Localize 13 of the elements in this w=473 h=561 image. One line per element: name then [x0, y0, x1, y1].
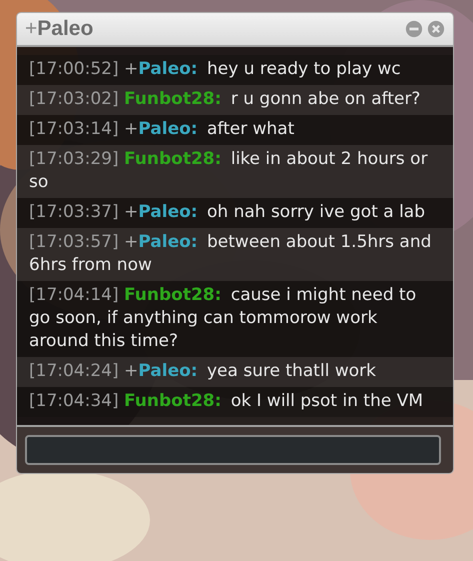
close-icon[interactable] — [427, 20, 445, 38]
chat-message: [17:04:34] Funbot28: ok I will psot in the VM — [29, 390, 424, 413]
chat-message: [17:00:52] +Paleo: hey u ready to play wc — [29, 58, 402, 81]
chat-input-field[interactable] — [25, 435, 441, 465]
window-title: +Paleo — [25, 17, 94, 41]
chat-message: [17:04:24] +Paleo: yea sure thatll work — [29, 360, 377, 383]
chat-message: [17:03:14] +Paleo: after what — [29, 118, 296, 141]
chat-message: [17:03:57] +Paleo: between about 1.5hrs and 6hrs from now — [29, 231, 432, 277]
chat-message: [17:03:37] +Paleo: oh nah sorry ive got a lab — [29, 201, 426, 224]
chat-message: [17:03:29] Funbot28: like in about 2 hours or so — [29, 148, 429, 194]
minimize-icon[interactable] — [405, 20, 423, 38]
chat-message: [17:04:14] Funbot28: cause i might need to go soon, if anything can tommorow work around this time? — [29, 284, 418, 353]
chat-message: [17:03:02] Funbot28: r u gonn abe on after? — [29, 88, 422, 111]
